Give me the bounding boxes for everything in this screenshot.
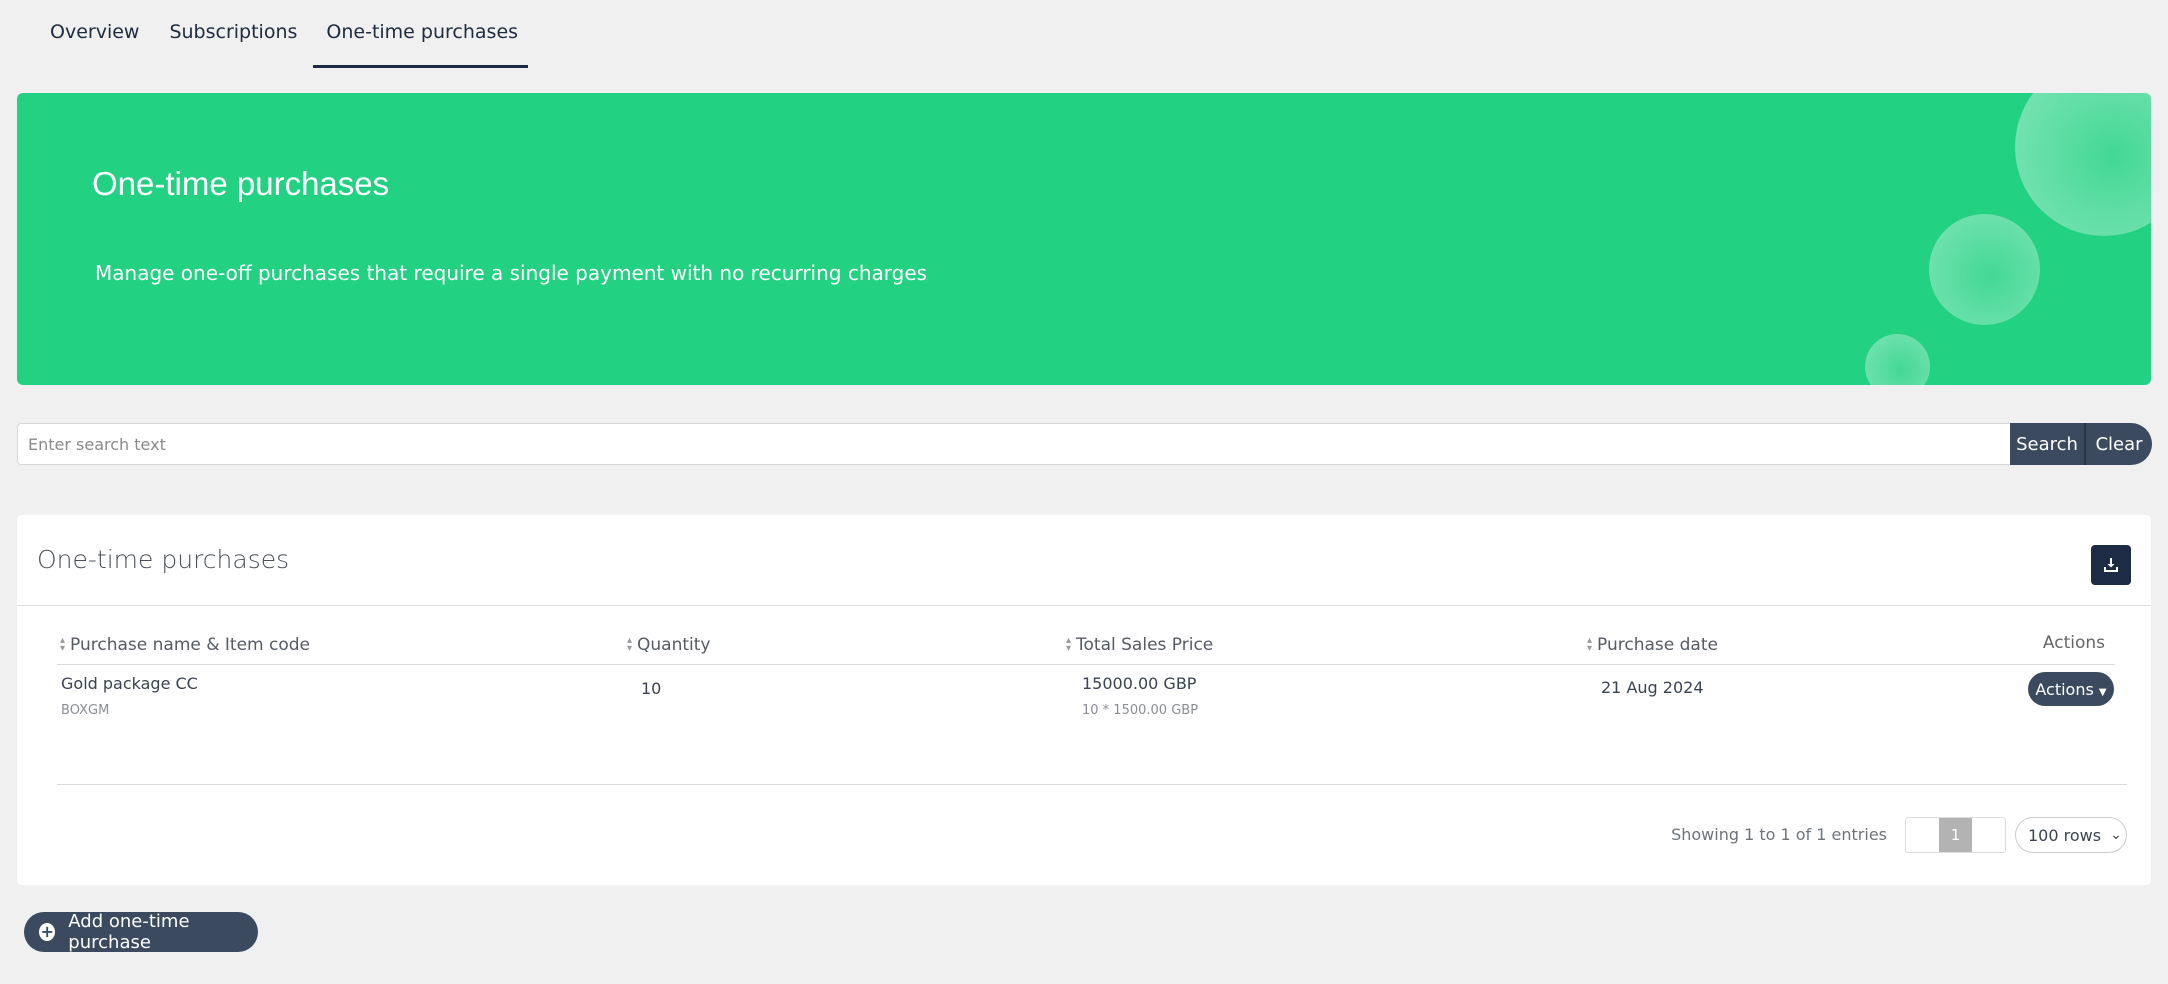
column-header-label: Quantity (637, 635, 711, 655)
card-title: One-time purchases (37, 545, 290, 574)
search-input[interactable] (17, 423, 2010, 465)
sort-icon: ▴ ▾ (1066, 635, 1072, 654)
search-button[interactable]: Search (2010, 423, 2086, 465)
sort-icon: ▴ ▾ (1587, 635, 1593, 654)
column-header-purchase-date[interactable]: ▴ ▾ Purchase date (1587, 635, 1718, 655)
page-title: One-time purchases (92, 165, 390, 202)
purchase-date: 21 Aug 2024 (1601, 678, 1704, 697)
clear-button[interactable]: Clear (2086, 423, 2152, 465)
column-header-quantity[interactable]: ▴ ▾ Quantity (627, 635, 711, 655)
column-header-actions: Actions (2042, 633, 2105, 653)
add-button-label: Add one-time purchase (68, 911, 190, 953)
page-subtitle: Manage one-off purchases that require a … (95, 261, 928, 285)
tab-overview[interactable]: Overview (17, 0, 155, 68)
chevron-down-icon: ⌄ (2110, 827, 2122, 843)
price-breakdown: 10 * 1500.00 GBP (1082, 703, 1199, 718)
decorative-bubble (2015, 93, 2151, 236)
sort-icon: ▴ ▾ (627, 635, 633, 654)
column-header-purchase-name[interactable]: ▴ ▾ Purchase name & Item code (60, 635, 310, 655)
tab-one-time-purchases[interactable]: One-time purchases (313, 0, 529, 68)
caret-down-icon: ▼ (2098, 686, 2107, 698)
column-header-label: Purchase date (1597, 635, 1718, 655)
column-header-total-sales-price[interactable]: ▴ ▾ Total Sales Price (1066, 635, 1213, 655)
download-icon (2104, 558, 2118, 572)
rows-per-page-select[interactable]: 100 rows ⌄ (2015, 817, 2127, 853)
total-sales-price: 15000.00 GBP (1082, 674, 1197, 693)
previous-page-button[interactable] (1906, 818, 1939, 852)
purchases-card: One-time purchases ▴ ▾ Purchase name & It… (17, 515, 2151, 885)
item-code: BOXGM (61, 703, 110, 718)
actions-label: Actions (2035, 679, 2094, 699)
hero-banner: One-time purchases Manage one-off purcha… (17, 93, 2151, 385)
next-page-button[interactable] (1972, 818, 2005, 852)
divider (57, 664, 2115, 665)
column-header-label: Total Sales Price (1076, 635, 1214, 655)
purchase-name: Gold package CC (61, 674, 198, 693)
quantity-value: 10 (641, 679, 662, 698)
column-header-label: Purchase name & Item code (70, 635, 311, 655)
decorative-bubble (1929, 214, 2040, 325)
page-button[interactable]: 1 (1939, 818, 1972, 852)
divider (17, 605, 2151, 606)
entries-info: Showing 1 to 1 of 1 entries (1671, 825, 1887, 844)
divider (57, 784, 2127, 785)
tab-bar: Overview Subscriptions One-time purchase… (17, 0, 529, 68)
pagination: 1 (1905, 817, 2006, 853)
row-actions-button[interactable]: Actions ▼ (2028, 672, 2114, 706)
sort-icon: ▴ ▾ (60, 635, 66, 654)
decorative-bubble (1865, 334, 1930, 385)
tab-subscriptions[interactable]: Subscriptions (155, 0, 313, 68)
rows-select-value: 100 rows (2028, 825, 2102, 845)
add-one-time-purchase-button[interactable]: + Add one-time purchase (24, 911, 258, 953)
download-button[interactable] (2091, 545, 2131, 585)
plus-circle-icon: + (39, 922, 56, 941)
search-bar: Search Clear (17, 423, 2152, 465)
